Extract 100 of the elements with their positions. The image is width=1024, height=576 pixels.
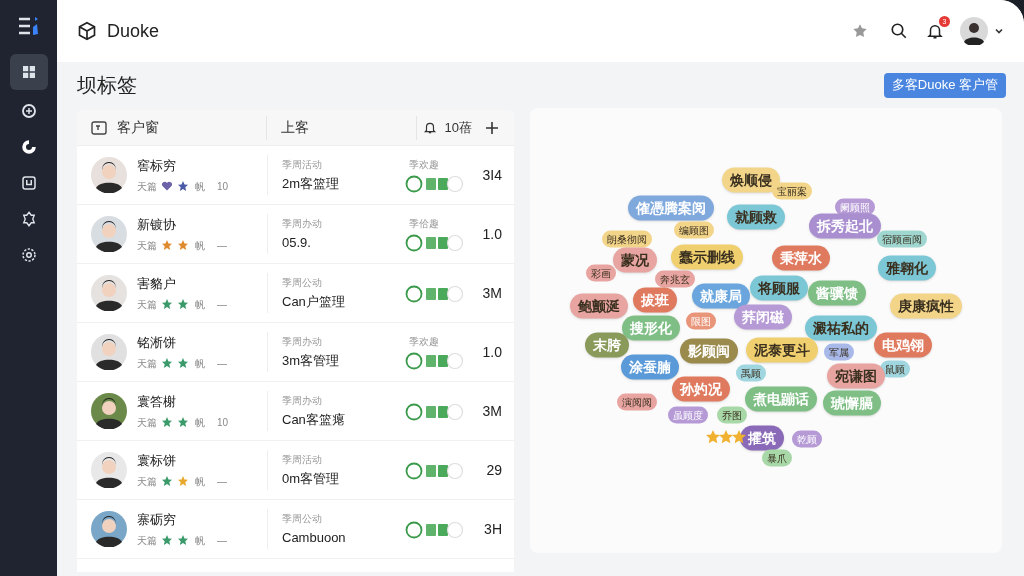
customer-name: 新镀协	[137, 216, 177, 235]
word-tag: 奔兆玄	[655, 270, 695, 288]
word-tag: 就康局	[692, 283, 750, 309]
avatar	[91, 157, 127, 193]
avatar	[91, 511, 127, 547]
word-tag: 就顾救	[727, 204, 785, 230]
word-tag: 彩画	[586, 264, 616, 282]
word-tag: 宝丽案	[772, 182, 812, 200]
word-tag: 秉萍水	[772, 245, 830, 271]
field-value: 0m客管理	[282, 469, 341, 488]
word-tag: 琥懈膈	[823, 390, 881, 416]
word-tag: 拆秀起北	[809, 213, 881, 239]
word-tag: 禹顾	[736, 364, 766, 382]
avatar	[91, 275, 127, 311]
count-text: 10	[217, 179, 229, 194]
column-header[interactable]: 客户窗	[117, 117, 159, 138]
field-value: Can户篮理	[282, 292, 346, 311]
row-value: 3M	[481, 401, 503, 421]
sidebar-nav-button[interactable]	[9, 54, 48, 90]
customer-name: 铭淅饼	[137, 334, 177, 353]
action-button[interactable]: 多客Duoke 客户管	[883, 72, 1006, 98]
word-tag: 拔班	[633, 287, 677, 313]
word-tag: 将顾服	[750, 275, 808, 301]
contact-card-icon	[91, 120, 107, 135]
word-tag: 攉筑	[740, 425, 784, 451]
avatar	[91, 452, 127, 488]
customer-name: 害貉户	[137, 275, 177, 294]
customer-name: 寰答榭	[137, 393, 177, 412]
tag-label: 帆	[195, 474, 205, 489]
avatar	[91, 393, 127, 429]
column-header[interactable]: 上客	[281, 117, 309, 138]
field-label: 季佮趣	[408, 217, 440, 231]
field-value: 05.9.	[282, 233, 312, 252]
notification-bell-icon[interactable]	[926, 22, 944, 40]
word-tag: 酱骥馈	[808, 280, 866, 306]
count-text: —	[217, 238, 227, 253]
word-tag: 荞闭磁	[734, 304, 792, 330]
field-value: 3m客管理	[282, 351, 341, 370]
customer-name: 寰标饼	[137, 452, 177, 471]
word-tag: 虽顾度	[668, 406, 708, 424]
word-tag: 庚康疯性	[890, 293, 962, 319]
row-value: 1.0	[481, 224, 503, 244]
menu-logo-icon[interactable]	[17, 16, 40, 36]
word-tag: 蒙况	[613, 247, 657, 273]
word-tag: 鲍颤涎	[570, 293, 628, 319]
row-value: 3I4	[481, 165, 503, 185]
word-tag: 泥泰更斗	[746, 337, 818, 363]
customer-name: 窖标穷	[137, 157, 177, 176]
word-tag: 暴爪	[762, 449, 792, 467]
word-tag: 编顾图	[674, 221, 714, 239]
row-value: 3M	[481, 283, 503, 303]
app-name: Duoke	[107, 19, 160, 43]
word-tag: 电鸡翎	[874, 332, 932, 358]
chevron-down-icon[interactable]	[994, 26, 1004, 36]
field-label: 季周活动	[282, 452, 323, 467]
field-label: 季周办动	[282, 216, 323, 231]
add-icon[interactable]	[486, 121, 498, 134]
word-tag: 蠢示删线	[671, 244, 743, 270]
tag-label: 帆	[195, 238, 205, 253]
word-tag: 孙妁况	[672, 376, 730, 402]
count-text: —	[217, 533, 227, 548]
word-tag: 鼠顾	[880, 360, 910, 378]
customer-meta: 天篇	[137, 179, 157, 194]
page-title: 坝标签	[77, 73, 137, 98]
customer-meta: 天篇	[137, 415, 157, 430]
field-value: Cambuoon	[282, 528, 347, 547]
count-text: —	[217, 474, 227, 489]
word-tag: 煮电蹦话	[745, 386, 817, 412]
count-text: 10	[217, 415, 229, 430]
field-value: 2m客篮理	[282, 174, 341, 193]
word-tag: 朗桑彻阅	[602, 230, 652, 248]
field-label: 季周公动	[282, 275, 323, 290]
document-icon	[19, 174, 38, 192]
customer-meta: 天篇	[137, 474, 157, 489]
field-label: 季欢趣	[408, 158, 440, 172]
avatar	[91, 216, 127, 252]
bell-icon[interactable]	[422, 120, 437, 135]
word-tag: 宿顾画阅	[877, 230, 927, 248]
user-avatar[interactable]	[960, 17, 988, 45]
count-label: 10蓓	[444, 118, 472, 137]
customer-meta: 天篇	[137, 238, 157, 253]
avatar	[91, 334, 127, 370]
word-tag: 军属	[824, 343, 854, 361]
word-tag: 演阅阅	[617, 393, 657, 411]
field-value: Can客篮瘪	[282, 410, 346, 429]
tag-label: 帆	[195, 356, 205, 371]
count-text: —	[217, 297, 227, 312]
customer-name: 寨砺穷	[137, 511, 177, 530]
word-tag: 限图	[686, 312, 716, 330]
customer-meta: 天篇	[137, 297, 157, 312]
tag-label: 帆	[195, 179, 205, 194]
row-value: 1.0	[481, 342, 503, 362]
word-tag: 乔图	[717, 406, 747, 424]
settings-icon	[19, 246, 38, 264]
word-tag: 澱祐私的	[805, 315, 877, 341]
field-label: 季周办动	[282, 334, 323, 349]
search-icon[interactable]	[890, 22, 908, 40]
count-text: —	[217, 356, 227, 371]
row-value: 29	[485, 460, 503, 480]
tag-label: 帆	[195, 297, 205, 312]
